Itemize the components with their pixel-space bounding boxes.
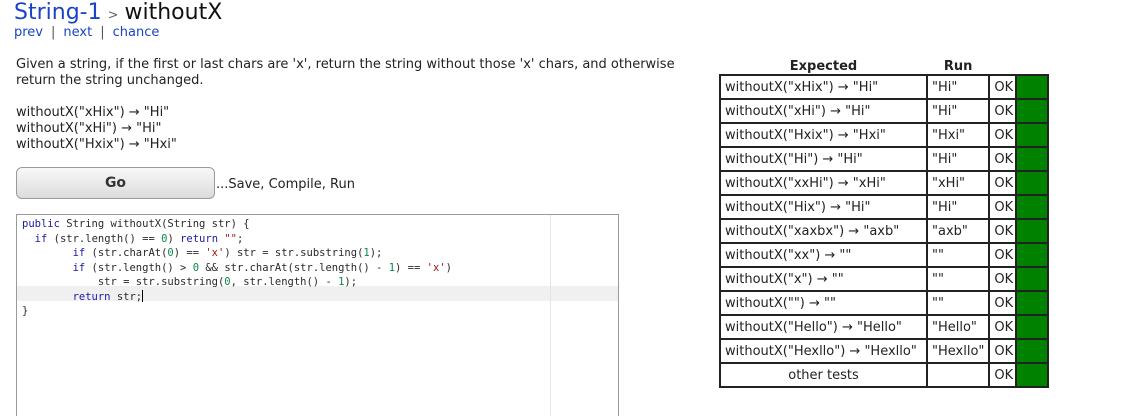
run-cell: "Hi"	[925, 146, 991, 172]
expected-cell: withoutX("x") → ""	[719, 266, 928, 292]
chance-link[interactable]: chance	[113, 25, 160, 40]
code-line: return str;	[72, 289, 144, 303]
code-text[interactable]: public String withoutX(String str) { if …	[22, 217, 452, 319]
status-cell: OK	[988, 242, 1018, 268]
status-color-cell	[1015, 74, 1050, 100]
status-cell: OK	[988, 338, 1018, 364]
problem-nav: prev | next | chance	[14, 25, 159, 40]
run-cell: "axb"	[925, 218, 991, 244]
run-cell	[925, 362, 991, 388]
table-row: withoutX("Hix") → "Hi" "Hi" OK	[719, 194, 1050, 220]
status-cell: OK	[988, 98, 1018, 124]
status-color-cell	[1015, 290, 1050, 316]
status-color-cell	[1015, 146, 1050, 172]
status-cell: OK	[988, 74, 1018, 100]
run-cell: "Hi"	[925, 98, 991, 124]
examples-list: withoutX("xHix") → "Hi" withoutX("xHi") …	[16, 105, 177, 153]
status-cell: OK	[988, 314, 1018, 340]
expected-cell: withoutX("xxHi") → "xHi"	[719, 170, 928, 196]
status-color-cell	[1015, 242, 1050, 268]
table-row: withoutX("xaxbx") → "axb" "axb" OK	[719, 218, 1050, 244]
run-cell: "xHi"	[925, 170, 991, 196]
nav-divider: |	[51, 25, 56, 40]
run-cell: ""	[925, 242, 991, 268]
status-cell: OK	[988, 362, 1018, 388]
table-row: withoutX("Hi") → "Hi" "Hi" OK	[719, 146, 1050, 172]
prev-link[interactable]: prev	[14, 25, 43, 40]
status-color-cell	[1015, 122, 1050, 148]
status-cell: OK	[988, 290, 1018, 316]
run-cell: "Hxi"	[925, 122, 991, 148]
run-cell: "Hi"	[925, 74, 991, 100]
code-editor[interactable]: public String withoutX(String str) { if …	[16, 214, 619, 416]
expected-header: Expected	[789, 58, 858, 74]
page-title: withoutX	[124, 0, 223, 25]
expected-cell: withoutX("") → ""	[719, 290, 928, 316]
table-row-other-tests: other tests OK	[719, 362, 1050, 388]
expected-cell: withoutX("xx") → ""	[719, 242, 928, 268]
example-line: withoutX("xHi") → "Hi"	[16, 121, 162, 136]
results-table: Expected Run withoutX("xHix") → "Hi" "Hi"…	[719, 58, 1050, 388]
status-color-cell	[1015, 194, 1050, 220]
status-cell: OK	[988, 122, 1018, 148]
code-line: }	[22, 305, 29, 317]
expected-cell: withoutX("xHix") → "Hi"	[719, 74, 928, 100]
status-cell: OK	[988, 266, 1018, 292]
status-cell: OK	[988, 218, 1018, 244]
expected-cell: withoutX("Hexllo") → "Hexllo"	[719, 338, 928, 364]
status-color-cell	[1015, 314, 1050, 340]
run-header: Run	[943, 58, 973, 74]
table-row: withoutX("Hxix") → "Hxi" "Hxi" OK	[719, 122, 1050, 148]
table-row: withoutX("Hexllo") → "Hexllo" "Hexllo" OK	[719, 338, 1050, 364]
run-cell: ""	[925, 266, 991, 292]
results-body: withoutX("xHix") → "Hi" "Hi" OK withoutX("x…	[719, 74, 1050, 388]
expected-cell: withoutX("xHi") → "Hi"	[719, 98, 928, 124]
breadcrumb-category-link[interactable]: String-1	[14, 0, 102, 25]
next-link[interactable]: next	[63, 25, 92, 40]
text-cursor	[142, 289, 144, 302]
status-cell: OK	[988, 170, 1018, 196]
table-row: withoutX("xHi") → "Hi" "Hi" OK	[719, 98, 1050, 124]
example-line: withoutX("Hxix") → "Hxi"	[16, 137, 177, 152]
status-cell: OK	[988, 146, 1018, 172]
run-cell: "Hi"	[925, 194, 991, 220]
run-cell: "Hexllo"	[925, 338, 991, 364]
page-header: String-1 > withoutX	[14, 0, 222, 28]
problem-description: Given a string, if the first or last cha…	[16, 57, 675, 88]
go-button[interactable]: Go	[16, 167, 215, 199]
status-color-cell	[1015, 362, 1050, 388]
table-row: withoutX("xx") → "" "" OK	[719, 242, 1050, 268]
expected-cell: withoutX("Hxix") → "Hxi"	[719, 122, 928, 148]
status-cell: OK	[988, 194, 1018, 220]
expected-cell: withoutX("Hello") → "Hello"	[719, 314, 928, 340]
status-color-cell	[1015, 170, 1050, 196]
status-color-cell	[1015, 266, 1050, 292]
table-row: withoutX("xHix") → "Hi" "Hi" OK	[719, 74, 1050, 100]
print-margin	[550, 215, 551, 416]
code-line: if (str.charAt(0) == 'x') str = str.subs…	[72, 247, 383, 259]
go-caption: ...Save, Compile, Run	[216, 177, 355, 192]
table-row: withoutX("") → "" "" OK	[719, 290, 1050, 316]
table-row: withoutX("x") → "" "" OK	[719, 266, 1050, 292]
nav-divider: |	[100, 25, 105, 40]
code-line: if (str.length() > 0 && str.charAt(str.l…	[72, 261, 452, 274]
expected-cell: withoutX("Hix") → "Hi"	[719, 194, 928, 220]
other-tests-cell: other tests	[719, 362, 928, 388]
table-row: withoutX("Hello") → "Hello" "Hello" OK	[719, 314, 1050, 340]
code-line: if (str.length() == 0) return "";	[34, 232, 244, 245]
status-color-cell	[1015, 338, 1050, 364]
code-line: public String withoutX(String str) {	[22, 218, 250, 230]
status-color-cell	[1015, 218, 1050, 244]
expected-cell: withoutX("Hi") → "Hi"	[719, 146, 928, 172]
status-color-cell	[1015, 98, 1050, 124]
expected-cell: withoutX("xaxbx") → "axb"	[719, 218, 928, 244]
code-line: str = str.substring(0, str.length() - 1)…	[22, 276, 358, 288]
example-line: withoutX("xHix") → "Hi"	[16, 105, 170, 120]
table-row: withoutX("xxHi") → "xHi" "xHi" OK	[719, 170, 1050, 196]
run-cell: ""	[925, 290, 991, 316]
run-cell: "Hello"	[925, 314, 991, 340]
breadcrumb-separator: >	[107, 8, 119, 23]
